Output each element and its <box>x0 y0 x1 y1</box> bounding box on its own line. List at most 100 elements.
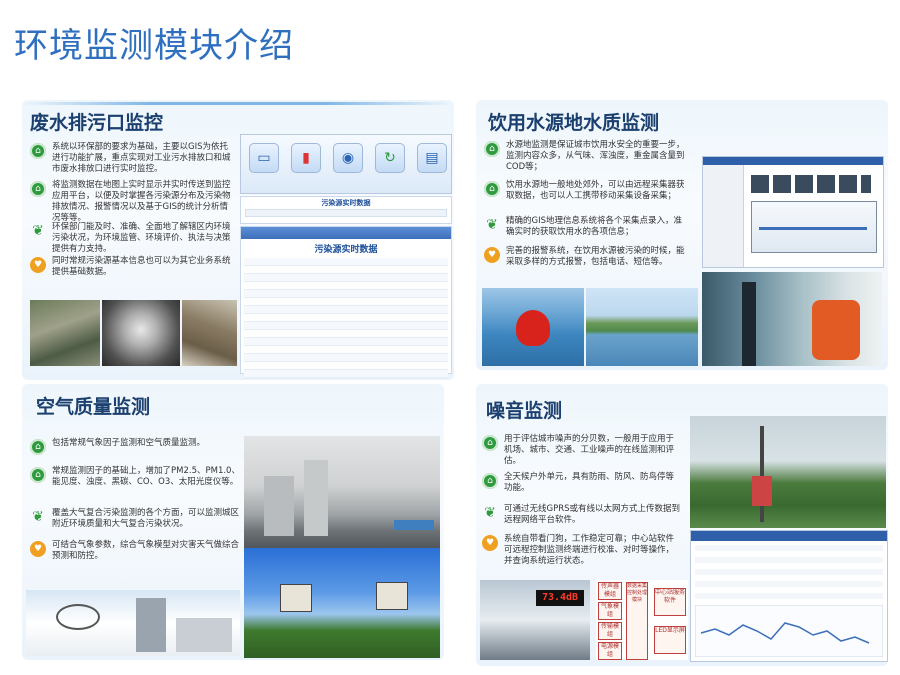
drinking-water-title: 饮用水源地水质监测 <box>488 112 660 134</box>
noise-data-grid[interactable] <box>695 545 883 599</box>
leaf-icon: ❦ <box>486 217 498 233</box>
noise-bullet-3: ❦ 可通过无线GPRS或有线以太网方式上传数据到远程网络平台软件。 <box>482 504 682 526</box>
refresh-icon[interactable]: ↻ <box>375 143 405 173</box>
eco-house-icon: ⌂ <box>30 439 46 455</box>
sensor-equipment-photo <box>26 590 240 656</box>
eco-house-icon: ⌂ <box>482 435 498 451</box>
noise-bullet-4: ♥ 系统自带看门狗，工作稳定可靠；中心站软件可远程控制监测终端进行校准、对时等操… <box>482 534 682 567</box>
air-quality-panel: 空气质量监测 ⌂ 包括常规气象因子监测和空气质量监测。 ⌂ 常规监测因子的基础上… <box>22 384 444 660</box>
antenna-icon <box>56 604 100 630</box>
buoy-photo <box>482 288 584 366</box>
buoy-icon <box>516 310 550 346</box>
eco-house-icon: ⌂ <box>484 141 500 157</box>
mic-pole-icon <box>760 426 764 522</box>
reservoir-photo <box>586 288 698 366</box>
table-row[interactable] <box>244 266 448 274</box>
monitor-icon[interactable]: ▭ <box>249 143 279 173</box>
wastewater-bullet-1: ⌂ 系统以环保部的要求为基础，主要以GIS为依托进行功能扩展，重点实现对工业污水… <box>30 142 235 175</box>
system-flow-diagram: 传声器模组 气象模组 传输模组 电源模组 数据采集控制处理模块 中心站服务软件 … <box>596 580 688 660</box>
noise-station-photo <box>690 416 886 528</box>
table-row[interactable] <box>244 306 448 314</box>
table-row[interactable] <box>244 362 448 370</box>
drinking-bullet-2: ⌂ 饮用水源地一般地处郊外，可以由远程采集器获取数据，也可以人工携带移动采集设备… <box>484 180 689 202</box>
noise-title: 噪音监测 <box>486 400 563 422</box>
analyzer-row <box>751 175 871 193</box>
table-row[interactable] <box>244 330 448 338</box>
wastewater-panel: 废水排污口监控 ⌂ 系统以环保部的要求为基础，主要以GIS为依托进行功能扩展，重… <box>22 100 454 380</box>
table-row[interactable] <box>244 354 448 362</box>
mic-box-icon <box>752 476 772 506</box>
instrument-shelter-icon <box>376 582 408 610</box>
heart-icon: ♥ <box>482 535 498 551</box>
table-header-bar <box>241 227 451 239</box>
wastewater-bullet-3: ❦ 环保部门能及时、准确、全面地了解辖区内环境污染状况，为环境监管、环境评价、执… <box>30 222 235 255</box>
technician-photo <box>702 272 882 366</box>
wastewater-title: 废水排污口监控 <box>30 112 164 134</box>
flow-led-screen: LED显示屏 <box>654 626 686 654</box>
drinking-bullet-3: ❦ 精确的GIS地理信息系统将各个采集点录入，准确实时的获取饮用水的各项信息； <box>484 216 689 238</box>
noise-trend-chart <box>695 605 883 657</box>
building-icon <box>264 476 294 536</box>
eco-house-icon: ⌂ <box>30 467 46 483</box>
heart-icon: ♥ <box>30 541 46 557</box>
table-row[interactable] <box>244 370 448 378</box>
screen-titlebar <box>691 531 887 541</box>
air-bullet-2: ⌂ 常规监测因子的基础上，增加了PM2.5、PM1.0、能见度、浊度、黑碳、CO… <box>30 466 240 488</box>
air-bullet-1: ⌂ 包括常规气象因子监测和空气质量监测。 <box>30 438 240 455</box>
drinking-water-panel: 饮用水源地水质监测 ⌂ 水源地监测是保证城市饮用水安全的重要一步，监测内容众多，… <box>476 100 888 370</box>
disk-icon[interactable]: ◉ <box>333 143 363 173</box>
noise-bullet-1: ⌂ 用于评估城市噪声的分贝数，一般用于应用于机场、城市、交通、工业噪声的在线监测… <box>482 434 682 467</box>
screen-tree-panel[interactable] <box>703 165 744 267</box>
sensor-pole-icon <box>742 282 756 366</box>
weather-station-photo <box>244 548 440 658</box>
water-monitoring-screen <box>702 156 884 268</box>
search-panel-title: 污染源实时数据 <box>321 199 371 207</box>
table-row[interactable] <box>244 322 448 330</box>
wastewater-bullet-2: ⌂ 将监测数据在地图上实时显示并实时传送到监控应用平台，以便及时掌握各污染源分布… <box>30 180 235 224</box>
drinking-bullet-4: ♥ 完善的报警系统，在饮用水源被污染的时候，能采取多样的方式报警，包括电话、短信… <box>484 246 689 268</box>
wastewater-bullet-4: ♥ 同时常规污染源基本信息也可以为其它业务系统提供基础数据。 <box>30 256 235 278</box>
flow-transmit-module: 传输模组 <box>598 622 622 640</box>
table-row[interactable] <box>244 314 448 322</box>
table-row[interactable] <box>244 282 448 290</box>
panel-stripe <box>22 102 454 105</box>
screen-titlebar <box>703 157 883 165</box>
flow-control-module: 数据采集控制处理模块 <box>626 582 648 660</box>
document-icon[interactable]: ▤ <box>417 143 447 173</box>
drinking-bullet-1: ⌂ 水源地监测是保证城市饮用水安全的重要一步，监测内容众多，从气味、浑浊度，重金… <box>484 140 689 173</box>
table-row[interactable] <box>244 346 448 354</box>
road-sign-icon <box>394 520 434 530</box>
leaf-icon: ❦ <box>484 505 496 521</box>
eco-house-icon: ⌂ <box>482 473 498 489</box>
flow-mic-module: 传声器模组 <box>598 582 622 600</box>
heart-icon: ♥ <box>484 247 500 263</box>
flow-power-module: 电源模组 <box>598 642 622 660</box>
table-row[interactable] <box>244 258 448 266</box>
eco-house-icon: ⌂ <box>30 143 46 159</box>
table-row[interactable] <box>244 298 448 306</box>
search-filter-row[interactable] <box>245 209 447 217</box>
search-panel: 污染源实时数据 <box>240 196 452 224</box>
app-menu-screen: ▭ ▮ ◉ ↻ ▤ <box>240 134 452 194</box>
building-icon <box>304 460 328 536</box>
outfall-photo <box>182 300 237 366</box>
air-quality-title: 空气质量监测 <box>36 396 151 418</box>
pollution-data-table: 污染源实时数据 <box>240 226 452 378</box>
eco-house-icon: ⌂ <box>30 181 46 197</box>
monitoring-van-icon <box>176 618 232 652</box>
noise-panel: 噪音监测 ⌂ 用于评估城市噪声的分贝数，一般用于应用于机场、城市、交通、工业噪声… <box>476 384 888 666</box>
page-title: 环境监测模块介绍 <box>14 26 294 66</box>
pipe-line <box>759 227 867 230</box>
gauge-icon[interactable]: ▮ <box>291 143 321 173</box>
table-row[interactable] <box>244 274 448 282</box>
eco-house-icon: ⌂ <box>484 181 500 197</box>
air-bullet-4: ♥ 可结合气象参数，综合气象模型对灾害天气做综合预测和防控。 <box>30 540 240 562</box>
safety-vest-icon <box>812 300 860 360</box>
leaf-icon: ❦ <box>32 509 44 525</box>
table-row[interactable] <box>244 290 448 298</box>
table-row[interactable] <box>244 338 448 346</box>
instrument-shelter-icon <box>280 584 312 612</box>
heart-icon: ♥ <box>30 257 46 273</box>
table-title: 污染源实时数据 <box>314 245 378 255</box>
smog-city-photo <box>244 436 440 548</box>
